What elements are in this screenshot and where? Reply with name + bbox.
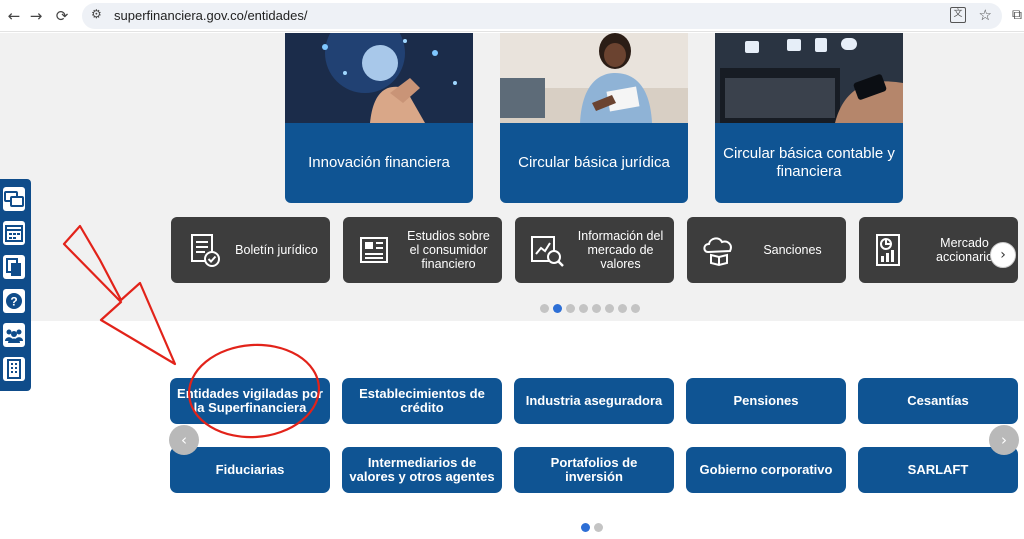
forward-icon[interactable]: → bbox=[26, 6, 46, 26]
category-industria-aseguradora[interactable]: Industria aseguradora bbox=[514, 378, 674, 424]
lightbulb-hand-image bbox=[285, 33, 473, 123]
service-boletin-juridico[interactable]: Boletín jurídico bbox=[171, 217, 330, 283]
service-sanciones[interactable]: Sanciones bbox=[687, 217, 846, 283]
service-label: Información del mercado de valores bbox=[577, 229, 664, 271]
market-search-icon bbox=[531, 236, 564, 267]
category-pensiones[interactable]: Pensiones bbox=[686, 378, 846, 424]
service-carousel-next-button[interactable]: › bbox=[990, 242, 1016, 268]
category-cesantias[interactable]: Cesantías bbox=[858, 378, 1018, 424]
carousel-dot[interactable] bbox=[605, 304, 614, 313]
bookmark-star-icon[interactable]: ☆ bbox=[979, 6, 992, 24]
address-bar[interactable]: ⚙ superfinanciera.gov.co/entidades/ 文 ☆ bbox=[82, 3, 1002, 29]
building-icon[interactable] bbox=[3, 357, 25, 381]
newspaper-icon bbox=[360, 237, 388, 263]
carousel-dot[interactable] bbox=[618, 304, 627, 313]
carousel-dot-active[interactable] bbox=[553, 304, 562, 313]
report-chart-icon bbox=[876, 234, 900, 266]
featured-section: Innovación financiera Circular básica ju… bbox=[0, 33, 1024, 321]
carousel-dot[interactable] bbox=[631, 304, 640, 313]
translate-icon[interactable]: 文 bbox=[950, 7, 966, 23]
category-establecimientos-de-credito[interactable]: Establecimientos de crédito bbox=[342, 378, 502, 424]
carousel-dot-active[interactable] bbox=[581, 523, 590, 532]
service-mercado-de-valores[interactable]: Información del mercado de valores bbox=[515, 217, 674, 283]
category-fiduciarias[interactable]: Fiduciarias bbox=[170, 447, 330, 493]
carousel-dot[interactable] bbox=[540, 304, 549, 313]
card-circular-basica-juridica[interactable]: Circular básica jurídica bbox=[500, 33, 688, 203]
category-gobierno-corporativo[interactable]: Gobierno corporativo bbox=[686, 447, 846, 493]
woman-office-image bbox=[500, 33, 688, 123]
side-toolbar: ? bbox=[0, 179, 31, 391]
carousel-dot[interactable] bbox=[566, 304, 575, 313]
service-carousel-dots bbox=[540, 304, 640, 314]
extensions-icon[interactable]: ⧉ bbox=[1012, 7, 1022, 23]
categories-next-button[interactable]: › bbox=[989, 425, 1019, 455]
service-label: Estudios sobre el consumidor financiero bbox=[407, 229, 490, 271]
category-sarlaft[interactable]: SARLAFT bbox=[858, 447, 1018, 493]
categories-carousel-dots bbox=[581, 523, 603, 532]
help-glyph: ? bbox=[10, 295, 17, 309]
card-label: Circular básica jurídica bbox=[500, 123, 688, 203]
browser-toolbar: ← → ⟳ ⚙ superfinanciera.gov.co/entidades… bbox=[0, 0, 1024, 32]
carousel-dot[interactable] bbox=[592, 304, 601, 313]
calendar-icon[interactable] bbox=[3, 221, 25, 245]
document-check-icon bbox=[191, 234, 220, 267]
group-icon[interactable] bbox=[3, 323, 25, 347]
card-circular-basica-contable[interactable]: Circular básica contable y financiera bbox=[715, 33, 903, 203]
category-intermediarios-de-valores[interactable]: Intermediarios de valores y otros agente… bbox=[342, 447, 502, 493]
cloud-book-icon bbox=[703, 237, 732, 267]
carousel-dot[interactable] bbox=[594, 523, 603, 532]
site-settings-icon[interactable]: ⚙ bbox=[91, 7, 102, 21]
reload-icon[interactable]: ⟳ bbox=[52, 6, 72, 26]
category-portafolios-de-inversion[interactable]: Portafolios de inversión bbox=[514, 447, 674, 493]
help-icon[interactable]: ? bbox=[3, 289, 25, 313]
laptop-phone-image bbox=[715, 33, 903, 123]
documents-icon[interactable] bbox=[3, 255, 25, 279]
service-estudios-consumidor[interactable]: Estudios sobre el consumidor financiero bbox=[343, 217, 502, 283]
category-entidades-vigiladas[interactable]: Entidades vigiladas por la Superfinancie… bbox=[170, 378, 330, 424]
service-label: Boletín jurídico bbox=[235, 243, 318, 257]
card-label: Circular básica contable y financiera bbox=[715, 123, 903, 203]
service-label: Sanciones bbox=[763, 243, 822, 257]
card-innovacion-financiera[interactable]: Innovación financiera bbox=[285, 33, 473, 203]
chat-icon[interactable] bbox=[3, 187, 25, 211]
back-icon[interactable]: ← bbox=[4, 6, 24, 26]
carousel-dot[interactable] bbox=[579, 304, 588, 313]
categories-prev-button[interactable]: ‹ bbox=[169, 425, 199, 455]
url-text[interactable]: superfinanciera.gov.co/entidades/ bbox=[114, 8, 307, 23]
card-label: Innovación financiera bbox=[285, 123, 473, 203]
